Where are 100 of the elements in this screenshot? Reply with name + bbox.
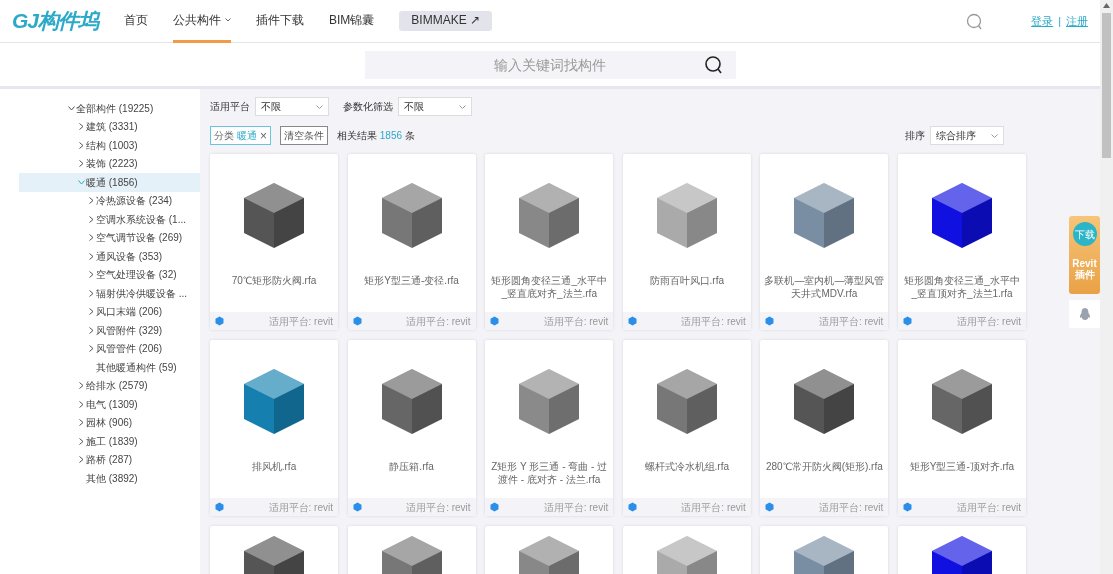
- platform-text: 适用平台: revit: [543, 500, 609, 515]
- product-card[interactable]: [347, 526, 476, 574]
- search-field[interactable]: 输入关键词找构件: [364, 50, 736, 79]
- product-card[interactable]: 矩形Y型三通-变径.rfa 适用平台: revit: [347, 154, 476, 330]
- tree-item[interactable]: 风口末端 (206): [19, 302, 200, 321]
- product-card[interactable]: 280℃常开防火阀(矩形).rfa 适用平台: revit: [760, 340, 889, 516]
- hexagon-icon: [765, 502, 775, 512]
- product-card[interactable]: 矩形圆角变径三通_水平中_竖直顶对齐_法兰1.rfa 适用平台: revit: [897, 154, 1026, 330]
- nav-tab[interactable]: 公共构件: [173, 0, 231, 43]
- card-title: 排风机.rfa: [250, 460, 298, 474]
- hexagon-icon: [627, 502, 637, 512]
- nav-tab[interactable]: 首页: [124, 0, 148, 43]
- filter-select[interactable]: 不限: [398, 97, 472, 116]
- product-card[interactable]: [897, 526, 1026, 574]
- tree-item[interactable]: 辐射供冷供暖设备 ...: [19, 284, 200, 303]
- product-card[interactable]: 静压箱.rfa 适用平台: revit: [347, 340, 476, 516]
- caret-icon: [88, 345, 94, 353]
- tree-item[interactable]: 其他 (3892): [19, 469, 200, 488]
- tree-item[interactable]: 空气处理设备 (32): [19, 265, 200, 284]
- plugin-subtitle: 插件: [1074, 269, 1095, 280]
- product-card[interactable]: [485, 526, 614, 574]
- tree-item[interactable]: 空气调节设备 (269): [19, 228, 200, 247]
- tree-item[interactable]: 施工 (1839): [19, 432, 200, 451]
- tree-item[interactable]: 空调水系统设备 (1...: [19, 210, 200, 229]
- caret-icon: [78, 437, 84, 445]
- card-title: 静压箱.rfa: [388, 460, 435, 474]
- platform-text: 适用平台: revit: [406, 500, 471, 515]
- tree-item[interactable]: 冷热源设备 (234): [19, 191, 200, 210]
- hexagon-icon: [627, 316, 637, 326]
- scrollbar-thumb[interactable]: [1102, 13, 1111, 158]
- card-title: 矩形Y型三通-变径.rfa: [363, 274, 460, 288]
- tree-item[interactable]: 其他暖通构件 (59): [19, 358, 200, 377]
- product-card[interactable]: 70℃矩形防火阀.rfa 适用平台: revit: [210, 154, 338, 330]
- card-title: 防雨百叶风口.rfa: [648, 274, 725, 288]
- card-title: Z矩形 Y 形三通 - 弯曲 - 过渡件 - 底对齐 - 法兰.rfa: [490, 460, 609, 487]
- card-title: 矩形圆角变径三通_水平中_竖直底对齐_法兰.rfa: [490, 274, 608, 301]
- product-card[interactable]: Z矩形 Y 形三通 - 弯曲 - 过渡件 - 底对齐 - 法兰.rfa 适用平台: revit: [485, 340, 614, 516]
- tree-item[interactable]: 建筑 (3331): [19, 117, 200, 136]
- filter-label: 参数化筛选: [343, 100, 393, 114]
- close-icon[interactable]: ×: [260, 129, 267, 142]
- caret-icon: [88, 252, 94, 260]
- tree-item[interactable]: 结构 (1003): [19, 136, 200, 155]
- caret-icon: [67, 105, 75, 111]
- card-title: 多联机—室内机—薄型风管天井式MDV.rfa: [763, 274, 886, 301]
- platform-text: 适用平台: revit: [818, 314, 884, 329]
- product-card[interactable]: 多联机—室内机—薄型风管天井式MDV.rfa 适用平台: revit: [760, 154, 889, 330]
- tree-item[interactable]: 全部构件 (19225): [0, 99, 200, 118]
- caret-icon: [78, 141, 84, 149]
- platform-text: 适用平台: revit: [956, 314, 1021, 329]
- platform-text: 适用平台: revit: [681, 500, 746, 515]
- search-icon[interactable]: [703, 54, 724, 75]
- caret-icon: [316, 104, 323, 109]
- card-title: 螺杆式冷水机组.rfa: [643, 460, 730, 474]
- tree-item[interactable]: 风管附件 (329): [19, 321, 200, 340]
- caret-icon: [88, 289, 94, 297]
- platform-text: 适用平台: revit: [268, 500, 333, 515]
- platform-text: 适用平台: revit: [818, 500, 884, 515]
- tree-item[interactable]: 园林 (906): [19, 413, 200, 432]
- platform-text: 适用平台: revit: [268, 314, 333, 329]
- caret-icon: [78, 456, 84, 464]
- chat-button[interactable]: [1069, 300, 1100, 328]
- platform-text: 适用平台: revit: [406, 314, 471, 329]
- card-title: 280℃常开防火阀(矩形).rfa: [764, 460, 884, 474]
- filter-select[interactable]: 不限: [255, 97, 329, 116]
- scrollbar[interactable]: [1100, 0, 1113, 574]
- caret-icon: [77, 179, 85, 185]
- clear-button[interactable]: 清空条件: [280, 126, 328, 145]
- tree-item[interactable]: 风管管件 (206): [19, 339, 200, 358]
- hexagon-icon: [490, 316, 500, 326]
- tree-item[interactable]: 给排水 (2579): [19, 376, 200, 395]
- hexagon-icon: [352, 502, 362, 512]
- platform-text: 适用平台: revit: [543, 314, 609, 329]
- external-link[interactable]: BIMMAKE ↗: [399, 11, 493, 31]
- separator: |: [1058, 13, 1061, 29]
- product-card[interactable]: 矩形Y型三通-顶对齐.rfa 适用平台: revit: [897, 340, 1026, 516]
- tree-item[interactable]: 路桥 (287): [19, 450, 200, 469]
- tree-item[interactable]: 电气 (1309): [19, 395, 200, 414]
- product-card[interactable]: 排风机.rfa 适用平台: revit: [210, 340, 338, 516]
- caret-icon: [225, 17, 231, 22]
- caret-icon: [991, 133, 998, 138]
- filter-tag[interactable]: 分类 暖通 ×: [210, 126, 271, 145]
- tree-item[interactable]: 装饰 (2223): [19, 154, 200, 173]
- caret-icon: [78, 160, 84, 168]
- product-card[interactable]: 螺杆式冷水机组.rfa 适用平台: revit: [622, 340, 751, 516]
- hexagon-icon: [215, 316, 224, 326]
- tree-item[interactable]: 暖通 (1856): [19, 173, 200, 192]
- nav-tab[interactable]: 插件下载: [256, 0, 304, 43]
- tree-item[interactable]: 通风设备 (353): [19, 247, 200, 266]
- product-card[interactable]: 防雨百叶风口.rfa 适用平台: revit: [622, 154, 751, 330]
- nav-tab[interactable]: BIM锦囊: [329, 0, 375, 43]
- caret-icon: [88, 326, 94, 334]
- sort-select[interactable]: 综合排序: [930, 126, 1004, 145]
- download-badge: 下载: [1072, 222, 1097, 246]
- product-card[interactable]: 矩形圆角变径三通_水平中_竖直底对齐_法兰.rfa 适用平台: revit: [485, 154, 614, 330]
- product-card[interactable]: [210, 526, 338, 574]
- caret-icon: [78, 382, 84, 390]
- caret-icon: [459, 104, 466, 109]
- scroll-up-arrow-icon[interactable]: [1103, 3, 1110, 8]
- hexagon-icon: [765, 316, 775, 326]
- caret-icon: [78, 400, 84, 408]
